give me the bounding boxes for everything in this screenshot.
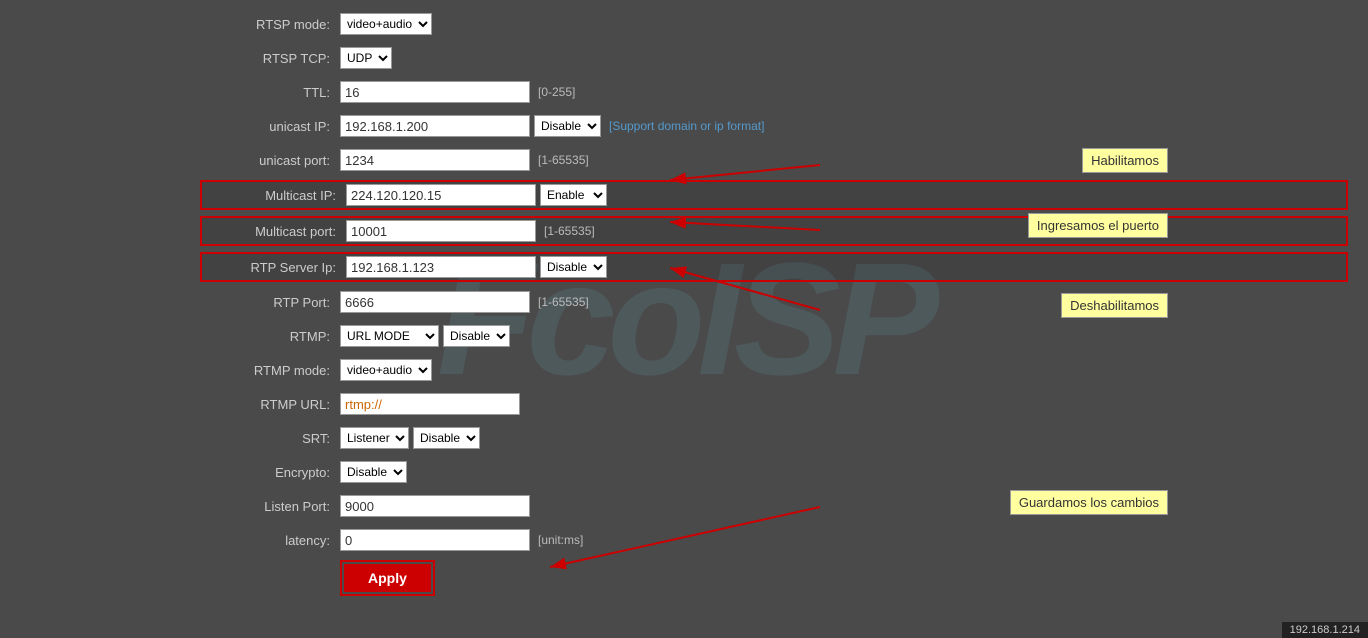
apply-btn-container: Apply — [340, 560, 435, 596]
unicast-ip-input[interactable] — [340, 115, 530, 137]
encrypto-label: Encrypto: — [200, 465, 340, 480]
unicast-port-control: [1-65535] — [340, 149, 589, 171]
ttl-input[interactable] — [340, 81, 530, 103]
rtp-server-status-select[interactable]: Disable Enable — [540, 256, 607, 278]
rtp-port-label: RTP Port: — [200, 295, 340, 310]
multicast-ip-control: Enable Disable — [346, 184, 607, 206]
rtmp-url-input[interactable] — [340, 393, 520, 415]
listen-port-label: Listen Port: — [200, 499, 340, 514]
apply-row: Apply — [200, 560, 1348, 596]
rtmp-url-row: RTMP URL: — [200, 390, 1348, 418]
rtsp-tcp-control: UDP TCP — [340, 47, 392, 69]
unicast-ip-status-select[interactable]: Disable Enable — [534, 115, 601, 137]
ttl-label: TTL: — [200, 85, 340, 100]
srt-status-select[interactable]: Disable Enable — [413, 427, 480, 449]
apply-control: Apply — [340, 560, 435, 596]
ttl-control: [0-255] — [340, 81, 575, 103]
latency-label: latency: — [200, 533, 340, 548]
rtmp-label: RTMP: — [200, 329, 340, 344]
rtmp-control: URL MODE PUSH MODE Disable Enable — [340, 325, 510, 347]
multicast-ip-label: Multicast IP: — [206, 188, 346, 203]
rtp-server-ip-label: RTP Server Ip: — [206, 260, 346, 275]
rtsp-mode-row: RTSP mode: video+audio video audio — [200, 10, 1348, 38]
apply-button[interactable]: Apply — [344, 564, 431, 592]
rtmp-row: RTMP: URL MODE PUSH MODE Disable Enable — [200, 322, 1348, 350]
rtp-server-ip-row: RTP Server Ip: Disable Enable — [200, 252, 1348, 282]
rtsp-tcp-select[interactable]: UDP TCP — [340, 47, 392, 69]
rtp-server-ip-input[interactable] — [346, 256, 536, 278]
listen-port-control — [340, 495, 530, 517]
rtsp-tcp-row: RTSP TCP: UDP TCP — [200, 44, 1348, 72]
ip-badge: 192.168.1.214 — [1282, 622, 1368, 638]
unicast-ip-hint: [Support domain or ip format] — [609, 119, 764, 133]
ttl-hint: [0-255] — [538, 85, 575, 99]
multicast-port-label: Multicast port: — [206, 224, 346, 239]
listen-port-row: Listen Port: — [200, 492, 1348, 520]
latency-input[interactable] — [340, 529, 530, 551]
multicast-port-row: Multicast port: [1-65535] — [200, 216, 1348, 246]
rtp-port-hint: [1-65535] — [538, 295, 589, 309]
rtmp-audio-select[interactable]: video+audio video audio — [340, 359, 432, 381]
multicast-port-control: [1-65535] — [346, 220, 595, 242]
rtmp-status-select[interactable]: Disable Enable — [443, 325, 510, 347]
multicast-ip-input[interactable] — [346, 184, 536, 206]
rtp-port-control: [1-65535] — [340, 291, 589, 313]
multicast-ip-status-select[interactable]: Enable Disable — [540, 184, 607, 206]
srt-control: Listener Caller Disable Enable — [340, 427, 480, 449]
rtp-server-ip-control: Disable Enable — [346, 256, 607, 278]
rtmp-url-control — [340, 393, 520, 415]
rtmp-mode-select[interactable]: URL MODE PUSH MODE — [340, 325, 439, 347]
multicast-ip-row: Multicast IP: Enable Disable — [200, 180, 1348, 210]
multicast-port-input[interactable] — [346, 220, 536, 242]
ttl-row: TTL: [0-255] — [200, 78, 1348, 106]
encrypto-select[interactable]: Disable Enable — [340, 461, 407, 483]
annotation-guardamos: Guardamos los cambios — [1010, 490, 1168, 515]
rtmp-url-label: RTMP URL: — [200, 397, 340, 412]
unicast-port-label: unicast port: — [200, 153, 340, 168]
rtmp-mode-label: RTMP mode: — [200, 363, 340, 378]
srt-row: SRT: Listener Caller Disable Enable — [200, 424, 1348, 452]
rtsp-mode-select[interactable]: video+audio video audio — [340, 13, 432, 35]
encrypto-control: Disable Enable — [340, 461, 407, 483]
rtsp-mode-control: video+audio video audio — [340, 13, 432, 35]
multicast-port-hint: [1-65535] — [544, 224, 595, 238]
unicast-ip-control: Disable Enable [Support domain or ip for… — [340, 115, 764, 137]
latency-hint: [unit:ms] — [538, 533, 583, 547]
annotation-habilitamos: Habilitamos — [1082, 148, 1168, 173]
rtsp-mode-label: RTSP mode: — [200, 17, 340, 32]
latency-control: [unit:ms] — [340, 529, 583, 551]
srt-label: SRT: — [200, 431, 340, 446]
unicast-port-input[interactable] — [340, 149, 530, 171]
unicast-ip-row: unicast IP: Disable Enable [Support doma… — [200, 112, 1348, 140]
annotation-deshabilitamos: Deshabilitamos — [1061, 293, 1168, 318]
rtsp-tcp-label: RTSP TCP: — [200, 51, 340, 66]
encrypto-row: Encrypto: Disable Enable — [200, 458, 1348, 486]
srt-mode-select[interactable]: Listener Caller — [340, 427, 409, 449]
unicast-ip-label: unicast IP: — [200, 119, 340, 134]
latency-row: latency: [unit:ms] — [200, 526, 1348, 554]
listen-port-input[interactable] — [340, 495, 530, 517]
annotation-ingresamos: Ingresamos el puerto — [1028, 213, 1168, 238]
unicast-port-hint: [1-65535] — [538, 153, 589, 167]
rtmp-mode-control: video+audio video audio — [340, 359, 432, 381]
rtp-port-input[interactable] — [340, 291, 530, 313]
rtp-port-row: RTP Port: [1-65535] — [200, 288, 1348, 316]
unicast-port-row: unicast port: [1-65535] — [200, 146, 1348, 174]
rtmp-mode-row: RTMP mode: video+audio video audio — [200, 356, 1348, 384]
